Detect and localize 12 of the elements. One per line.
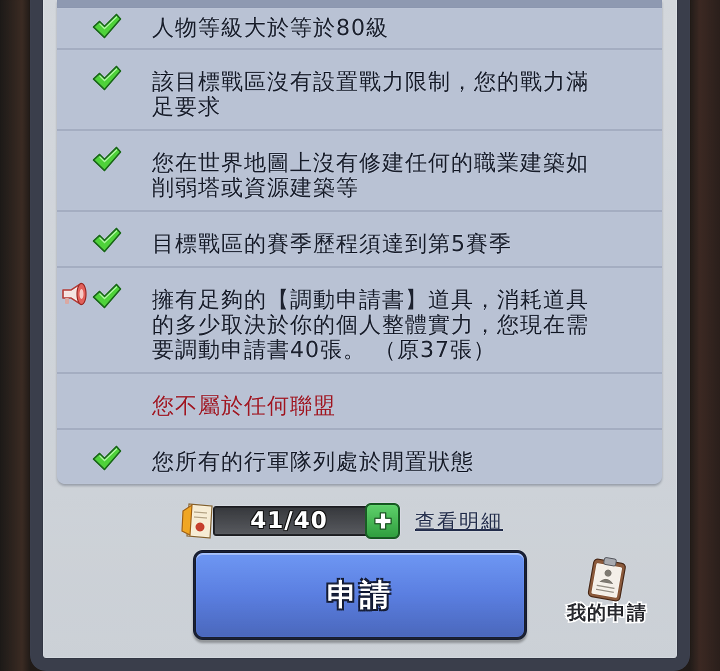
add-button[interactable] xyxy=(365,503,400,539)
apply-button[interactable]: 申請 xyxy=(193,550,527,640)
requirement-text: 擁有足夠的【調動申請書】道具，消耗道具的多少取決於你的個人整體實力，您現在需要調動申請書40張。 （原37張） xyxy=(152,288,590,363)
plus-icon xyxy=(374,512,392,530)
requirement-text: 您所有的行軍隊列處於閒置狀態 xyxy=(152,450,475,475)
requirement-text: 目標戰區的賽季歷程須達到第5賽季 xyxy=(152,232,513,257)
details-link[interactable]: 查看明細 xyxy=(415,508,503,534)
requirement-text: 該目標戰區沒有設置戰力限制，您的戰力滿足要求 xyxy=(152,70,590,120)
my-applications-button[interactable]: 我的申請 xyxy=(561,556,653,624)
requirement-text: 您不屬於任何聯盟 xyxy=(152,394,337,419)
requirement-text: 您在世界地圖上沒有修建任何的職業建築如削弱塔或資源建築等 xyxy=(152,151,590,201)
requirement-text: 人物等級大於等於80級 xyxy=(152,16,390,41)
